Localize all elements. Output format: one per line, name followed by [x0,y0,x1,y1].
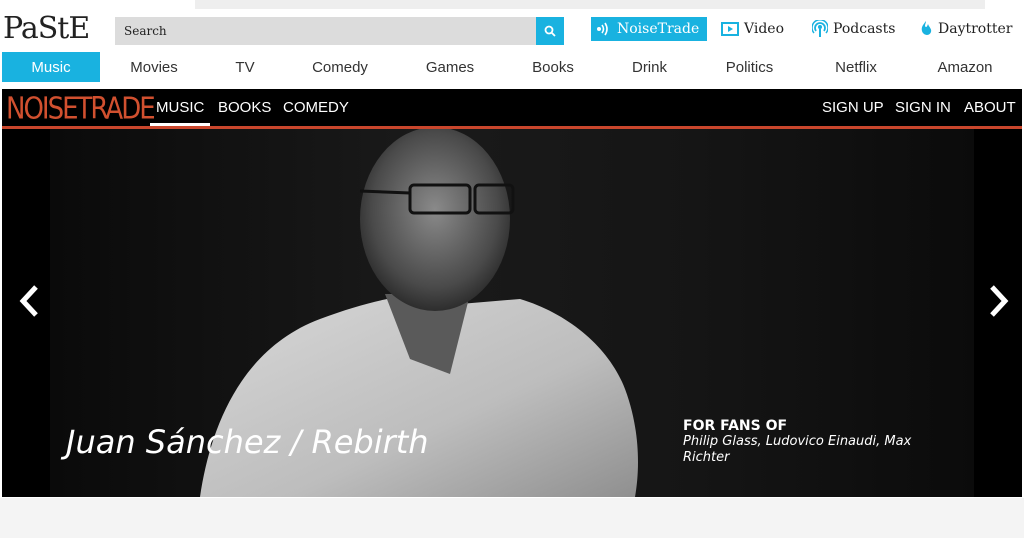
category-nav: Music Movies TV Comedy Games Books Drink… [0,52,1024,84]
daytrotter-link[interactable]: Daytrotter [919,17,1012,41]
hero-carousel[interactable]: Juan Sánchez / Rebirth FOR FANS OF Phili… [2,129,1022,497]
about-link[interactable]: ABOUT [964,89,1016,126]
noisetrade-icon [596,21,612,37]
nt-nav-books-label: BOOKS [218,99,272,116]
category-music[interactable]: Music [2,52,100,82]
category-books[interactable]: Books [522,52,584,82]
sign-in-label: SIGN IN [895,99,951,116]
about-label: ABOUT [964,99,1016,116]
noisetrade-button[interactable]: NoiseTrade [591,17,707,41]
noisetrade-label: NoiseTrade [617,21,700,37]
podcasts-label: Podcasts [833,21,896,37]
category-drink[interactable]: Drink [622,52,677,82]
nt-nav-comedy-label: COMEDY [283,99,349,116]
podcast-icon [812,20,828,38]
paste-logo[interactable]: PaStE [3,12,90,46]
podcasts-link[interactable]: Podcasts [812,17,895,41]
video-icon [721,22,739,36]
nt-nav-comedy[interactable]: COMEDY [283,89,349,126]
search-icon [544,22,556,41]
carousel-next-button[interactable] [984,283,1014,323]
search-button[interactable] [536,17,564,45]
sign-up-link[interactable]: SIGN UP [822,89,884,126]
carousel-prev-button[interactable] [14,283,44,323]
category-games[interactable]: Games [415,52,485,82]
top-strip-bar [195,0,985,9]
for-fans-of-artists: Philip Glass, Ludovico Einaudi, Max Rich… [683,434,912,465]
chevron-left-icon [18,284,40,322]
search-input[interactable] [115,17,536,45]
nt-nav-music-label: MUSIC [156,99,205,116]
video-label: Video [744,21,785,37]
category-comedy[interactable]: Comedy [300,52,380,82]
nt-nav-music[interactable]: MUSIC [149,89,211,126]
sign-up-label: SIGN UP [822,99,884,116]
noisetrade-navbar: NOISETRADE MUSIC BOOKS COMEDY SIGN UP SI… [2,89,1022,129]
category-politics[interactable]: Politics [712,52,787,82]
daytrotter-icon [919,20,933,38]
for-fans-of-label: FOR FANS OF [683,418,788,434]
category-movies[interactable]: Movies [114,52,194,82]
video-link[interactable]: Video [721,17,784,41]
daytrotter-label: Daytrotter [938,21,1013,37]
category-tv[interactable]: TV [220,52,270,82]
category-netflix[interactable]: Netflix [822,52,890,82]
sign-in-link[interactable]: SIGN IN [895,89,951,126]
hero-title[interactable]: Juan Sánchez / Rebirth [66,423,429,461]
category-amazon[interactable]: Amazon [928,52,1002,82]
noisetrade-logo[interactable]: NOISETRADE [6,93,156,125]
nt-nav-books[interactable]: BOOKS [218,89,271,126]
search-bar [115,17,564,45]
top-strip [0,0,1024,10]
for-fans-of: FOR FANS OF Philip Glass, Ludovico Einau… [683,418,953,466]
chevron-right-icon [988,284,1010,322]
page-bottom-area [0,498,1024,538]
